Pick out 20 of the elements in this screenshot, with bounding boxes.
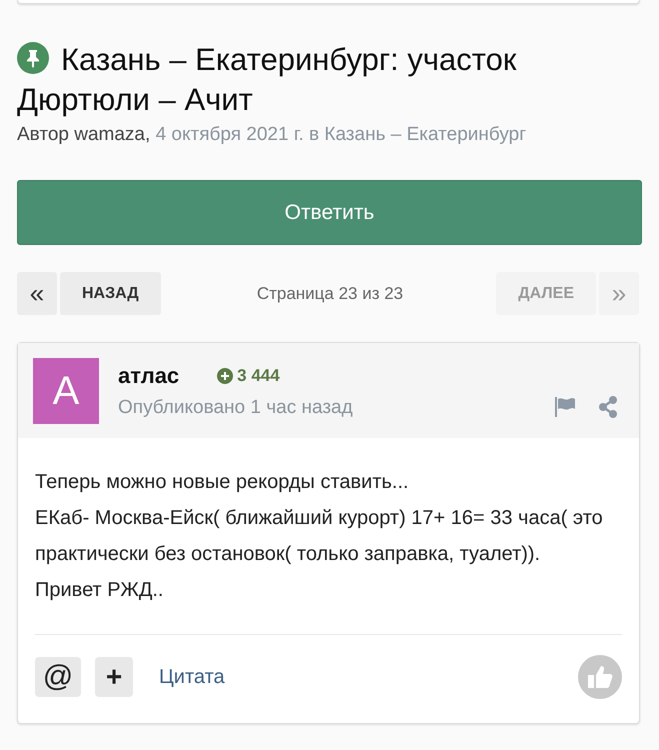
topic-meta: Автор wamaza, 4 октября 2021 г. в Казань – Екатеринбург bbox=[17, 124, 528, 146]
flag-icon[interactable] bbox=[554, 396, 576, 418]
post-text: Привет РЖД.. bbox=[35, 578, 164, 603]
multiquote-button[interactable]: + bbox=[95, 657, 133, 697]
plus-circle-icon bbox=[217, 368, 234, 384]
first-page-button[interactable]: « bbox=[17, 272, 57, 315]
page-info: Страница 23 из 23 bbox=[256, 284, 404, 304]
previous-button[interactable]: НАЗАД bbox=[60, 272, 161, 315]
post-time: Опубликовано 1 час назад bbox=[118, 397, 354, 419]
reply-button[interactable]: Ответить bbox=[17, 180, 642, 245]
quote-link[interactable]: Цитата bbox=[159, 666, 564, 688]
topic-title: Казань – Екатеринбург: участок Дюртюли – Ачит bbox=[17, 41, 518, 119]
post-text: ЕКаб- Москва-Ейск( ближайший курорт) 17+ 16= 33 часа( это практически без остановок( только заправка, туалет)). bbox=[35, 506, 604, 567]
thumbs-up-icon[interactable] bbox=[578, 655, 622, 699]
avatar[interactable]: A bbox=[33, 358, 99, 424]
mention-button[interactable]: @ bbox=[35, 657, 81, 697]
share-icon[interactable] bbox=[598, 396, 618, 418]
reputation: 3 444 bbox=[217, 366, 280, 386]
author-name[interactable]: атлас bbox=[118, 363, 180, 389]
post-text: Теперь можно новые рекорды ставить... bbox=[35, 470, 410, 495]
